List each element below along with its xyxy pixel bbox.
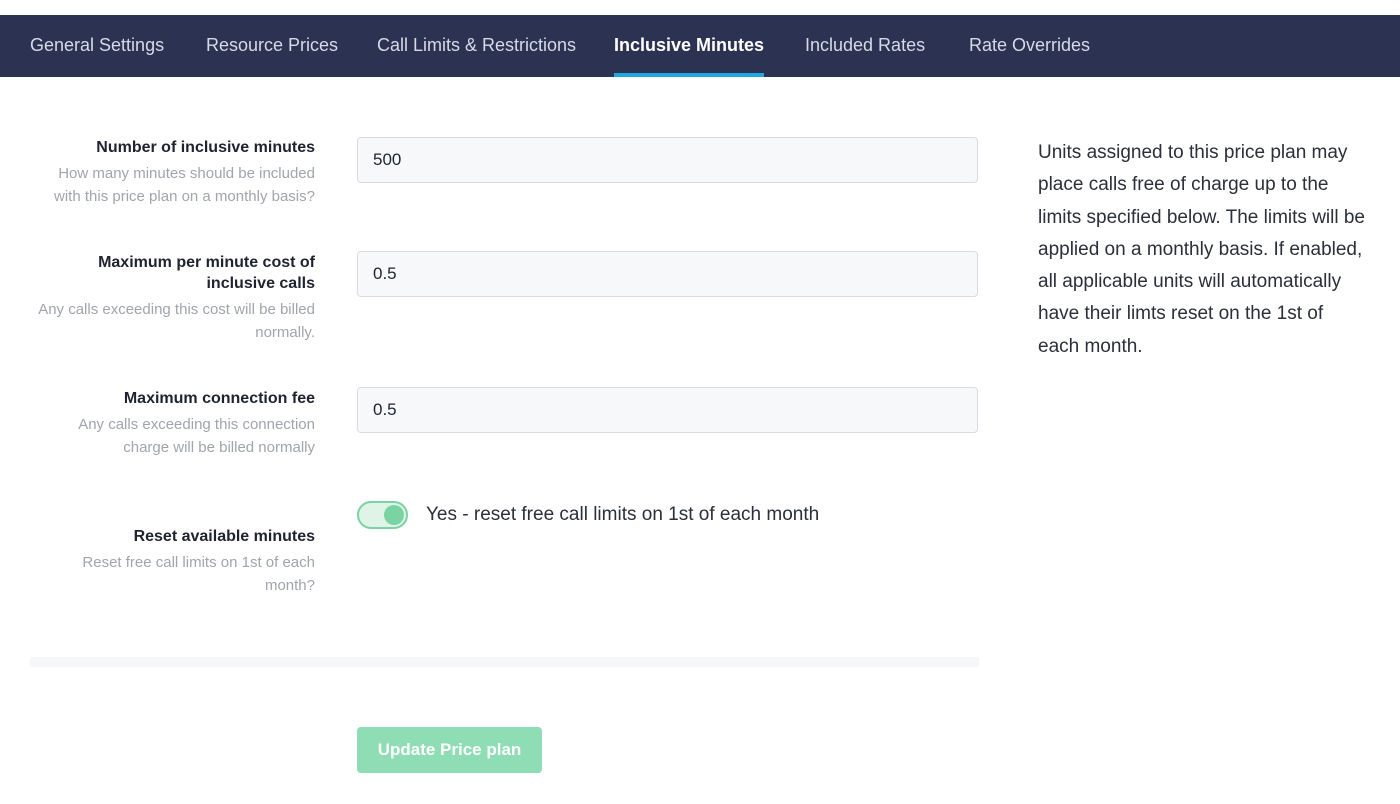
form-separator	[30, 657, 979, 667]
inclusive-minutes-label: Number of inclusive minutes	[96, 139, 315, 156]
tab-resource-prices[interactable]: Resource Prices	[206, 15, 338, 77]
reset-minutes-help: Reset free call limits on 1st of each mo…	[82, 554, 315, 594]
reset-minutes-label-block: Reset available minutes Reset free call …	[30, 526, 315, 597]
inclusive-minutes-input[interactable]	[357, 137, 978, 183]
update-price-plan-button[interactable]: Update Price plan	[357, 727, 542, 773]
max-connection-fee-label-block: Maximum connection fee Any calls exceedi…	[30, 388, 315, 459]
max-per-minute-cost-label-block: Maximum per minute cost of inclusive cal…	[30, 252, 315, 344]
reset-minutes-toggle[interactable]	[357, 501, 408, 529]
info-description: Units assigned to this price plan may pl…	[1038, 142, 1365, 357]
reset-minutes-label: Reset available minutes	[133, 528, 315, 545]
toggle-knob	[384, 505, 404, 525]
tab-general-settings[interactable]: General Settings	[30, 15, 164, 77]
tab-call-limits-restrictions[interactable]: Call Limits & Restrictions	[377, 15, 576, 77]
max-connection-fee-label: Maximum connection fee	[123, 390, 315, 407]
max-per-minute-cost-input[interactable]	[357, 251, 978, 297]
tab-included-rates[interactable]: Included Rates	[805, 15, 925, 77]
max-connection-fee-input[interactable]	[357, 387, 978, 433]
tab-inclusive-minutes[interactable]: Inclusive Minutes	[614, 15, 765, 77]
inclusive-minutes-label-block: Number of inclusive minutes How many min…	[30, 137, 315, 208]
max-per-minute-cost-help: Any calls exceeding this cost will be bi…	[38, 301, 315, 341]
max-per-minute-cost-label: Maximum per minute cost of inclusive cal…	[98, 254, 315, 292]
max-connection-fee-help: Any calls exceeding this connection char…	[78, 416, 315, 456]
tab-rate-overrides[interactable]: Rate Overrides	[969, 15, 1090, 77]
tab-bar: General Settings Resource Prices Call Li…	[0, 15, 1400, 77]
reset-minutes-toggle-text: Yes - reset free call limits on 1st of e…	[426, 504, 820, 525]
inclusive-minutes-help: How many minutes should be included with…	[54, 165, 315, 205]
